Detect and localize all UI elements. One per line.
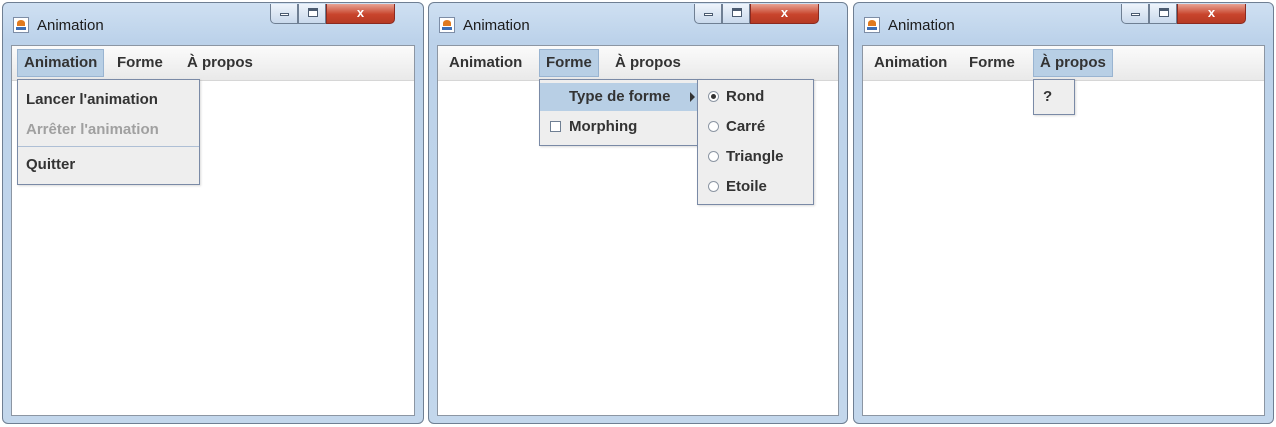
title-bar[interactable]: Animation x bbox=[854, 3, 1273, 43]
a-propos-menu-popup: ? bbox=[1033, 79, 1075, 115]
title-bar[interactable]: Animation x bbox=[429, 3, 847, 43]
radio-icon bbox=[708, 181, 719, 192]
minimize-button[interactable] bbox=[694, 4, 722, 24]
radio-icon bbox=[708, 121, 719, 132]
maximize-icon bbox=[732, 8, 742, 17]
window-content: Animation Forme À propos Lancer l'animat… bbox=[11, 45, 415, 416]
menu-separator bbox=[18, 146, 199, 147]
maximize-button[interactable] bbox=[1149, 4, 1177, 24]
menu-a-propos[interactable]: À propos bbox=[181, 49, 259, 77]
menu-item-about[interactable]: ? bbox=[1034, 83, 1074, 111]
menu-item-lancer-animation[interactable]: Lancer l'animation bbox=[18, 86, 199, 114]
window-title: Animation bbox=[463, 17, 530, 34]
menu-animation[interactable]: Animation bbox=[443, 49, 528, 77]
menu-a-propos[interactable]: À propos bbox=[1033, 49, 1113, 77]
minimize-icon bbox=[704, 13, 713, 16]
submenu-arrow-icon bbox=[690, 92, 695, 102]
window-content: Animation Forme À propos ? bbox=[862, 45, 1265, 416]
menu-item-arreter-animation: Arrêter l'animation bbox=[26, 121, 159, 138]
maximize-button[interactable] bbox=[722, 4, 750, 24]
window-forme-menu-open: Animation x Animation Forme À propos Typ… bbox=[428, 2, 848, 424]
minimize-button[interactable] bbox=[270, 4, 298, 24]
title-bar[interactable]: Animation x bbox=[3, 3, 423, 43]
menu-bar: Animation Forme À propos bbox=[863, 46, 1264, 81]
type-de-forme-submenu: Rond Carré Triangle Etoile bbox=[697, 79, 814, 205]
radio-item-carre[interactable]: Carré bbox=[698, 113, 813, 141]
window-animation-menu-open: Animation x Animation Forme À propos Lan… bbox=[2, 2, 424, 424]
radio-item-etoile[interactable]: Etoile bbox=[698, 173, 813, 201]
minimize-button[interactable] bbox=[1121, 4, 1149, 24]
menu-item-type-de-forme[interactable]: Type de forme bbox=[540, 83, 700, 111]
checkbox-icon[interactable] bbox=[550, 121, 561, 132]
window-title: Animation bbox=[37, 17, 104, 34]
menu-item-morphing[interactable]: Morphing bbox=[540, 113, 700, 141]
close-button[interactable]: x bbox=[326, 4, 395, 24]
menu-forme[interactable]: Forme bbox=[539, 49, 599, 77]
maximize-icon bbox=[1159, 8, 1169, 17]
close-icon: x bbox=[780, 5, 789, 20]
menu-bar: Animation Forme À propos bbox=[12, 46, 414, 81]
window-content: Animation Forme À propos Type de forme M… bbox=[437, 45, 839, 416]
radio-selected-icon bbox=[708, 91, 719, 102]
java-app-icon bbox=[439, 17, 455, 33]
close-icon: x bbox=[356, 5, 365, 20]
close-button[interactable]: x bbox=[1177, 4, 1246, 24]
maximize-icon bbox=[308, 8, 318, 17]
minimize-icon bbox=[1131, 13, 1140, 16]
radio-item-triangle[interactable]: Triangle bbox=[698, 143, 813, 171]
menu-item-quitter[interactable]: Quitter bbox=[18, 151, 199, 179]
menu-forme[interactable]: Forme bbox=[963, 49, 1021, 77]
close-button[interactable]: x bbox=[750, 4, 819, 24]
menu-forme[interactable]: Forme bbox=[111, 49, 169, 77]
forme-menu-popup: Type de forme Morphing bbox=[539, 79, 701, 146]
menu-bar: Animation Forme À propos bbox=[438, 46, 838, 81]
window-title: Animation bbox=[888, 17, 955, 34]
menu-a-propos[interactable]: À propos bbox=[609, 49, 687, 77]
maximize-button[interactable] bbox=[298, 4, 326, 24]
animation-menu-popup: Lancer l'animation Arrêter l'animation Q… bbox=[17, 79, 200, 185]
radio-icon bbox=[708, 151, 719, 162]
window-a-propos-menu-open: Animation x Animation Forme À propos ? bbox=[853, 2, 1274, 424]
menu-animation[interactable]: Animation bbox=[17, 49, 105, 77]
radio-item-rond[interactable]: Rond bbox=[698, 83, 813, 111]
close-icon: x bbox=[1207, 5, 1216, 20]
minimize-icon bbox=[280, 13, 289, 16]
menu-animation[interactable]: Animation bbox=[868, 49, 953, 77]
java-app-icon bbox=[13, 17, 29, 33]
java-app-icon bbox=[864, 17, 880, 33]
